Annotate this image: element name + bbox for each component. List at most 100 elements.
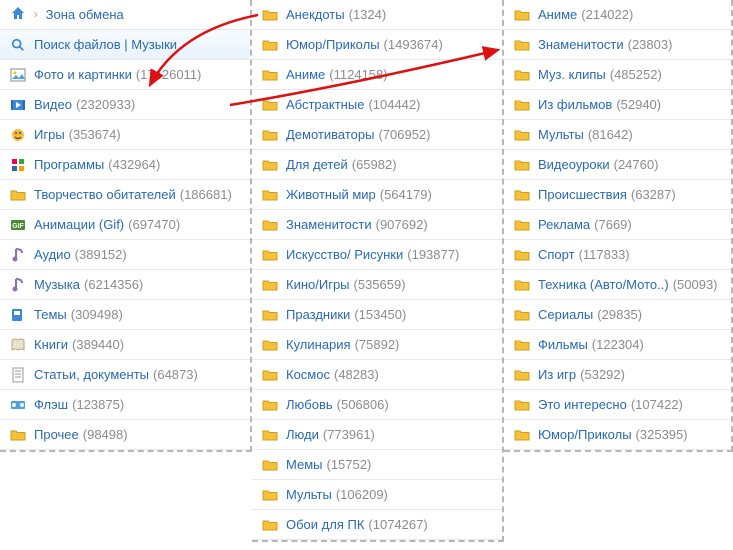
folder-icon <box>10 427 26 443</box>
list-item[interactable]: Игры(353674) <box>0 120 250 150</box>
list-item[interactable]: Аниме(1124158) <box>252 60 502 90</box>
item-label[interactable]: Мульты <box>538 127 584 142</box>
list-item[interactable]: Любовь(506806) <box>252 390 502 420</box>
item-label[interactable]: Происшествия <box>538 187 627 202</box>
list-item[interactable]: Музыка(6214356) <box>0 270 250 300</box>
item-label[interactable]: Знаменитости <box>286 217 372 232</box>
item-label[interactable]: Программы <box>34 157 104 172</box>
folder-icon <box>514 187 530 203</box>
list-item[interactable]: Юмор/Приколы(325395) <box>504 420 731 450</box>
list-item[interactable]: Спорт(117833) <box>504 240 731 270</box>
item-label[interactable]: Юмор/Приколы <box>538 427 632 442</box>
item-label[interactable]: Игры <box>34 127 65 142</box>
item-label[interactable]: Музыка <box>34 277 80 292</box>
item-label[interactable]: Аудио <box>34 247 71 262</box>
item-label[interactable]: Юмор/Приколы <box>286 37 380 52</box>
list-item[interactable]: Искусство/ Рисунки(193877) <box>252 240 502 270</box>
item-label[interactable]: Муз. клипы <box>538 67 606 82</box>
item-label[interactable]: Мульты <box>286 487 332 502</box>
list-item[interactable]: Реклама(7669) <box>504 210 731 240</box>
list-item[interactable]: Творчество обитателей(186681) <box>0 180 250 210</box>
list-item[interactable]: Праздники(153450) <box>252 300 502 330</box>
list-item[interactable]: Обои для ПК(1074267) <box>252 510 502 540</box>
item-label[interactable]: Видео <box>34 97 72 112</box>
breadcrumb-section[interactable]: Зона обмена <box>46 7 124 22</box>
item-label[interactable]: Анимации (Gif) <box>34 217 124 232</box>
list-item[interactable]: Программы(432964) <box>0 150 250 180</box>
item-label[interactable]: Мемы <box>286 457 323 472</box>
item-count: (75892) <box>355 337 400 352</box>
item-label[interactable]: Кулинария <box>286 337 351 352</box>
item-label[interactable]: Искусство/ Рисунки <box>286 247 403 262</box>
folder-icon <box>514 307 530 323</box>
list-item[interactable]: Анекдоты(1324) <box>252 0 502 30</box>
item-label[interactable]: Аниме <box>538 7 577 22</box>
search-row[interactable]: Поиск файлов | Музыки <box>0 30 250 60</box>
item-label[interactable]: Люди <box>286 427 319 442</box>
list-item[interactable]: Аниме(214022) <box>504 0 731 30</box>
item-label[interactable]: Статьи, документы <box>34 367 149 382</box>
list-item[interactable]: Юмор/Приколы(1493674) <box>252 30 502 60</box>
item-label[interactable]: Техника (Авто/Мото..) <box>538 277 669 292</box>
list-item[interactable]: Статьи, документы(64873) <box>0 360 250 390</box>
item-label[interactable]: Спорт <box>538 247 575 262</box>
list-item[interactable]: Демотиваторы(706952) <box>252 120 502 150</box>
item-label[interactable]: Фильмы <box>538 337 588 352</box>
item-label[interactable]: Сериалы <box>538 307 593 322</box>
item-label[interactable]: Аниме <box>286 67 325 82</box>
item-label[interactable]: Кино/Игры <box>286 277 350 292</box>
item-label[interactable]: Прочее <box>34 427 79 442</box>
list-item[interactable]: Кино/Игры(535659) <box>252 270 502 300</box>
item-label[interactable]: Обои для ПК <box>286 517 364 532</box>
list-item[interactable]: Мульты(106209) <box>252 480 502 510</box>
list-item[interactable]: Люди(773961) <box>252 420 502 450</box>
item-label[interactable]: Из фильмов <box>538 97 612 112</box>
list-item[interactable]: Кулинария (75892) <box>252 330 502 360</box>
home-icon[interactable] <box>10 5 26 24</box>
item-label[interactable]: Любовь <box>286 397 333 412</box>
item-label[interactable]: Праздники <box>286 307 350 322</box>
list-item[interactable]: Для детей(65982) <box>252 150 502 180</box>
list-item[interactable]: Техника (Авто/Мото..)(50093) <box>504 270 731 300</box>
item-label[interactable]: Животный мир <box>286 187 376 202</box>
list-item[interactable]: Фильмы(122304) <box>504 330 731 360</box>
item-label[interactable]: Книги <box>34 337 68 352</box>
item-label[interactable]: Видеоуроки <box>538 157 610 172</box>
item-label[interactable]: Демотиваторы <box>286 127 374 142</box>
item-label[interactable]: Абстрактные <box>286 97 364 112</box>
item-label[interactable]: Анекдоты <box>286 7 345 22</box>
list-item[interactable]: Книги(389440) <box>0 330 250 360</box>
list-item[interactable]: Муз. клипы(485252) <box>504 60 731 90</box>
item-label[interactable]: Космос <box>286 367 330 382</box>
item-label[interactable]: Из игр <box>538 367 576 382</box>
list-item[interactable]: Абстрактные(104442) <box>252 90 502 120</box>
list-item[interactable]: Сериалы(29835) <box>504 300 731 330</box>
item-label[interactable]: Это интересно <box>538 397 627 412</box>
item-label[interactable]: Флэш <box>34 397 68 412</box>
item-label[interactable]: Темы <box>34 307 67 322</box>
item-label[interactable]: Для детей <box>286 157 348 172</box>
list-item[interactable]: Аудио(389152) <box>0 240 250 270</box>
item-label[interactable]: Реклама <box>538 217 590 232</box>
list-item[interactable]: Знаменитости(907692) <box>252 210 502 240</box>
list-item[interactable]: GIFАнимации (Gif)(697470) <box>0 210 250 240</box>
item-label[interactable]: Творчество обитателей <box>34 187 176 202</box>
list-item[interactable]: Фото и картинки(17426011) <box>0 60 250 90</box>
list-item[interactable]: Из игр(53292) <box>504 360 731 390</box>
list-item[interactable]: Прочее(98498) <box>0 420 250 450</box>
folder-icon <box>514 37 530 53</box>
list-item[interactable]: Темы(309498) <box>0 300 250 330</box>
list-item[interactable]: Видеоуроки(24760) <box>504 150 731 180</box>
list-item[interactable]: Мульты(81642) <box>504 120 731 150</box>
list-item[interactable]: Флэш(123875) <box>0 390 250 420</box>
list-item[interactable]: Это интересно(107422) <box>504 390 731 420</box>
list-item[interactable]: Мемы(15752) <box>252 450 502 480</box>
list-item[interactable]: Происшествия(63287) <box>504 180 731 210</box>
list-item[interactable]: Космос(48283) <box>252 360 502 390</box>
item-label[interactable]: Фото и картинки <box>34 67 132 82</box>
item-label[interactable]: Знаменитости <box>538 37 624 52</box>
list-item[interactable]: Животный мир(564179) <box>252 180 502 210</box>
list-item[interactable]: Знаменитости(23803) <box>504 30 731 60</box>
list-item[interactable]: Из фильмов(52940) <box>504 90 731 120</box>
list-item[interactable]: Видео(2320933) <box>0 90 250 120</box>
